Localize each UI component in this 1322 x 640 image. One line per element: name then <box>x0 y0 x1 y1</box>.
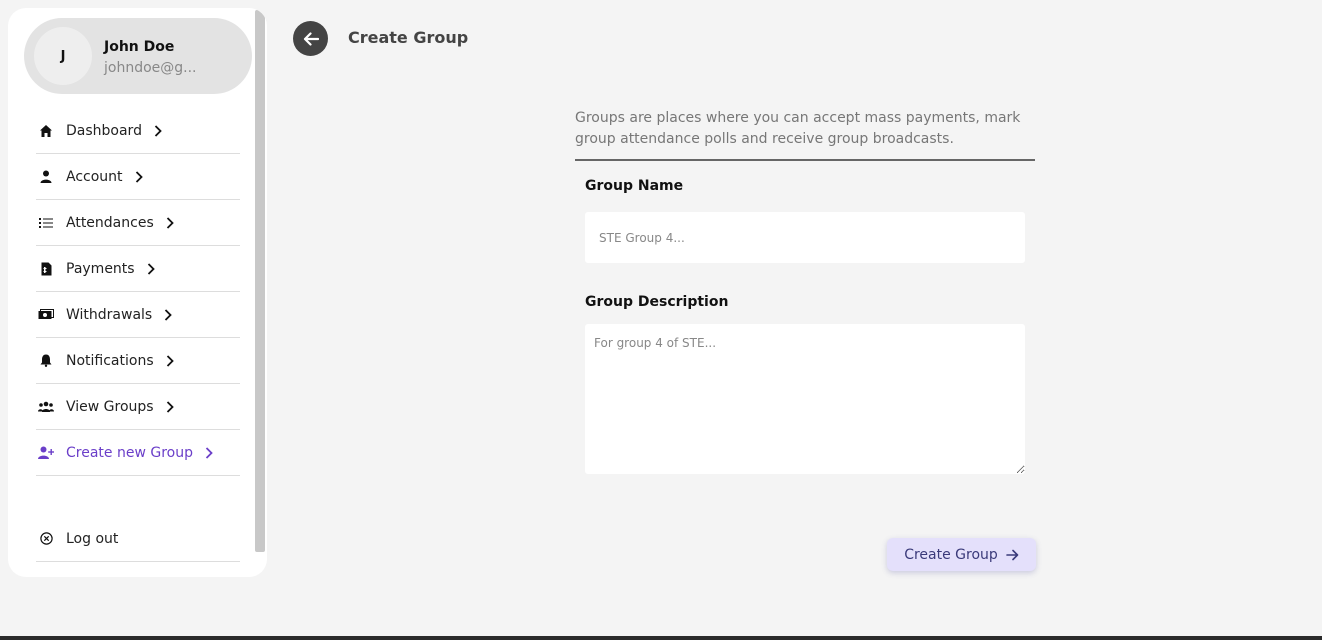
sidebar-item-label: Dashboard <box>66 122 142 139</box>
group-name-label: Group Name <box>585 178 684 194</box>
group-name-input[interactable] <box>585 212 1025 263</box>
sidebar-item-label: Create new Group <box>66 444 193 461</box>
sidebar-item-label: Notifications <box>66 352 154 369</box>
home-icon <box>38 123 54 139</box>
user-icon <box>38 169 54 185</box>
sidebar-item-withdrawals[interactable]: Withdrawals <box>36 292 240 338</box>
avatar-initial: J <box>60 48 66 64</box>
sidebar-item-account[interactable]: Account <box>36 154 240 200</box>
chevron-right-icon <box>152 124 164 137</box>
sidebar-item-label: View Groups <box>66 398 154 415</box>
bell-icon <box>38 353 54 369</box>
back-button[interactable] <box>293 21 328 56</box>
user-plus-icon <box>38 445 54 461</box>
sidebar-scrollbar[interactable] <box>255 10 265 552</box>
avatar: J <box>34 27 92 85</box>
divider <box>575 159 1035 161</box>
sidebar-item-label: Payments <box>66 260 135 277</box>
profile-email: johndoe@g... <box>104 60 197 76</box>
sidebar: J John Doe johndoe@g... Dashboard Accoun… <box>8 8 267 577</box>
group-description-textarea[interactable] <box>585 324 1025 474</box>
cash-icon <box>38 307 54 323</box>
close-circle-icon <box>38 531 54 547</box>
profile-name: John Doe <box>104 39 175 55</box>
sidebar-item-payments[interactable]: Payments <box>36 246 240 292</box>
chevron-right-icon <box>164 400 176 413</box>
intro-text: Groups are places where you can accept m… <box>575 110 1021 147</box>
chevron-right-icon <box>133 170 145 183</box>
sidebar-item-logout[interactable]: Log out <box>36 516 240 562</box>
taskbar-strip <box>0 636 1322 640</box>
chevron-right-icon <box>203 446 215 459</box>
page-title: Create Group <box>348 28 469 47</box>
sidebar-item-dashboard[interactable]: Dashboard <box>36 108 240 154</box>
chevron-right-icon <box>162 308 174 321</box>
users-icon <box>38 399 54 415</box>
create-group-button-label: Create Group <box>904 546 998 563</box>
chevron-right-icon <box>164 354 176 367</box>
sidebar-item-label: Account <box>66 168 123 185</box>
sidebar-item-label: Log out <box>66 530 119 547</box>
sidebar-item-view-groups[interactable]: View Groups <box>36 384 240 430</box>
chevron-right-icon <box>164 216 176 229</box>
arrow-left-icon <box>303 31 319 46</box>
arrow-right-icon <box>1005 549 1019 561</box>
sidebar-item-create-new-group[interactable]: Create new Group <box>36 430 240 476</box>
list-icon <box>38 215 54 231</box>
sidebar-item-label: Withdrawals <box>66 306 153 323</box>
sidebar-item-attendances[interactable]: Attendances <box>36 200 240 246</box>
create-group-button[interactable]: Create Group <box>887 538 1036 571</box>
sidebar-item-label: Attendances <box>66 214 154 231</box>
sidebar-item-notifications[interactable]: Notifications <box>36 338 240 384</box>
profile-card[interactable]: J John Doe johndoe@g... <box>24 18 252 94</box>
receipt-icon <box>38 261 54 277</box>
chevron-right-icon <box>145 262 157 275</box>
group-description-label: Group Description <box>585 294 729 310</box>
